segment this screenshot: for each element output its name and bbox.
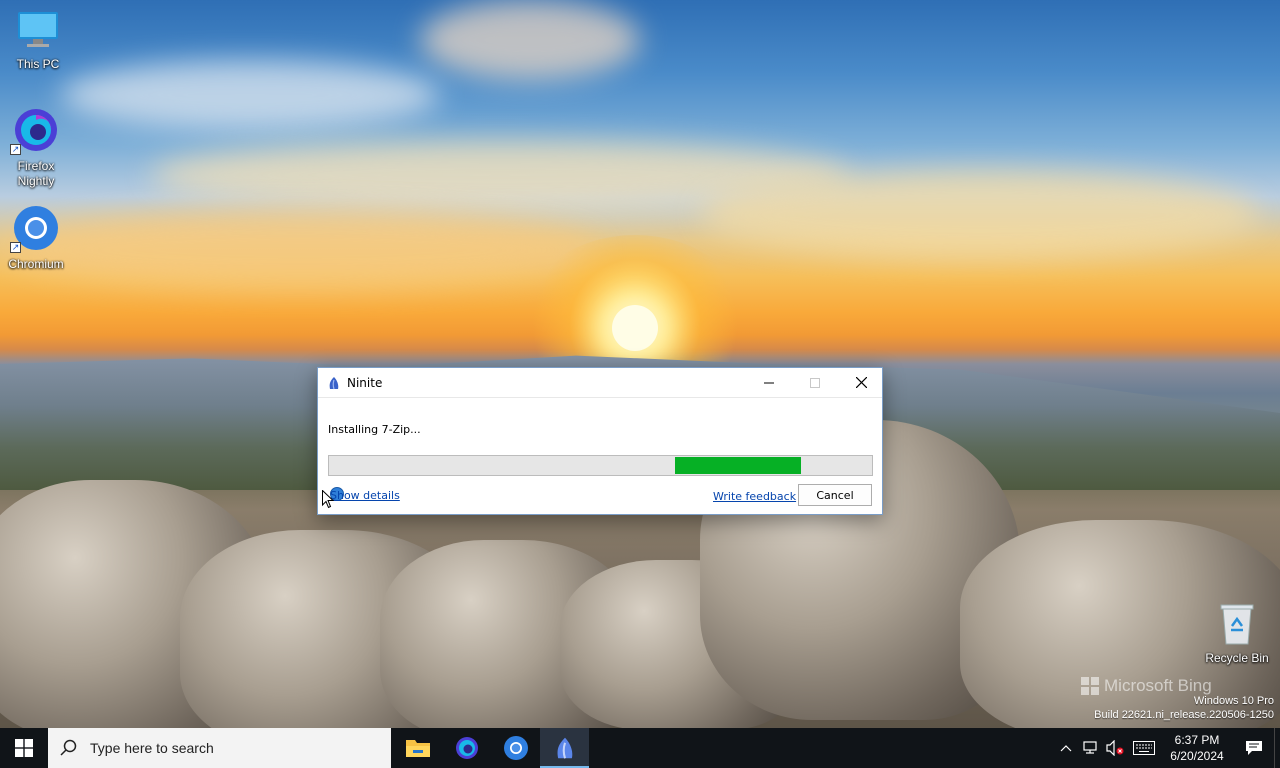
this-pc-icon [18,12,58,47]
recycle-bin-icon [1220,604,1254,645]
desktop-icon-label: Firefox Nightly [17,159,55,188]
show-details-link[interactable]: Show details [330,489,400,502]
volume-button[interactable] [1102,728,1128,768]
ninite-icon [557,737,572,759]
taskbar-file-explorer[interactable] [393,728,442,768]
search-placeholder: Type here to search [90,740,214,756]
taskbar-chromium[interactable] [491,728,540,768]
shortcut-arrow-icon: ↗ [10,144,21,155]
desktop-icon-label: Recycle Bin [1205,651,1269,665]
keyboard-icon [1133,741,1155,755]
desktop-icon-firefox-nightly[interactable]: ↗ Firefox Nightly [0,106,74,189]
show-desktop-button[interactable] [1274,728,1280,768]
install-progress-bar [328,455,873,476]
desktop-icon-label: This PC [16,57,60,71]
bing-watermark: Microsoft Bing [1080,676,1212,696]
mouse-cursor-icon [322,490,334,509]
windows-build: Build 22621.ni_release.220506-1250 [1094,709,1274,721]
search-icon [60,739,77,756]
sun [612,305,658,351]
taskbar-search-box[interactable]: Type here to search [48,728,391,768]
cancel-button[interactable]: Cancel [798,484,872,506]
firefox-nightly-icon [455,737,478,759]
show-hidden-icons-button[interactable] [1054,728,1078,768]
clock-time: 6:37 PM [1174,733,1220,747]
install-status-text: Installing 7-Zip... [328,423,421,436]
window-title: Ninite [347,375,383,390]
microsoft-logo-icon [1081,677,1099,695]
minimize-icon [764,382,774,383]
maximize-button[interactable] [792,368,838,397]
progress-bar-fill [675,457,802,474]
system-tray: 6:37 PM 6/20/2024 [1054,728,1280,768]
chromium-icon [503,736,528,760]
minimize-button[interactable] [746,368,792,397]
window-titlebar[interactable]: Ninite [318,368,882,397]
bing-watermark-text: Microsoft Bing [1104,676,1212,695]
wallpaper-cloud [0,210,600,290]
network-disconnected-icon [1083,741,1097,754]
taskbar-ninite[interactable] [540,728,589,768]
desktop-icon-chromium[interactable]: ↗ Chromium [0,204,74,272]
desktop-icon-this-pc[interactable]: This PC [0,8,76,72]
desktop-icon-recycle-bin[interactable]: Recycle Bin [1199,602,1275,666]
wallpaper-cloud [420,0,640,80]
windows-version-watermark: Windows 10 Pro Build 22621.ni_release.22… [1094,694,1274,722]
action-center-button[interactable] [1234,728,1274,768]
ninite-window: Ninite Installing 7-Zip... Show details … [317,367,883,515]
wallpaper-cloud [60,60,440,130]
clock-date: 6/20/2024 [1170,749,1224,763]
ninite-icon [329,376,339,389]
desktop-icon-label: Chromium [8,257,64,271]
close-icon [855,377,867,388]
windows-edition: Windows 10 Pro [1193,695,1274,707]
volume-muted-icon [1106,740,1124,756]
wallpaper-cloud [700,170,1260,260]
chevron-up-icon [1060,745,1072,752]
file-explorer-icon [405,740,430,757]
maximize-icon [810,377,820,388]
network-button[interactable] [1078,728,1102,768]
taskbar-firefox-nightly[interactable] [442,728,491,768]
shortcut-arrow-icon: ↗ [10,242,21,253]
touch-keyboard-button[interactable] [1128,728,1160,768]
notification-icon [1246,741,1262,755]
start-button[interactable] [0,728,48,768]
clock[interactable]: 6:37 PM 6/20/2024 [1160,728,1234,768]
close-button[interactable] [838,368,884,397]
windows-logo-icon [15,739,33,757]
window-body: Installing 7-Zip... Show details Write f… [318,397,882,514]
write-feedback-link[interactable]: Write feedback [713,490,796,503]
desktop-wallpaper: This PC ↗ Firefox Nightly ↗ Chromium Rec… [0,0,1280,728]
taskbar: Type here to search 6:37 PM 6/20/2024 [0,728,1280,768]
